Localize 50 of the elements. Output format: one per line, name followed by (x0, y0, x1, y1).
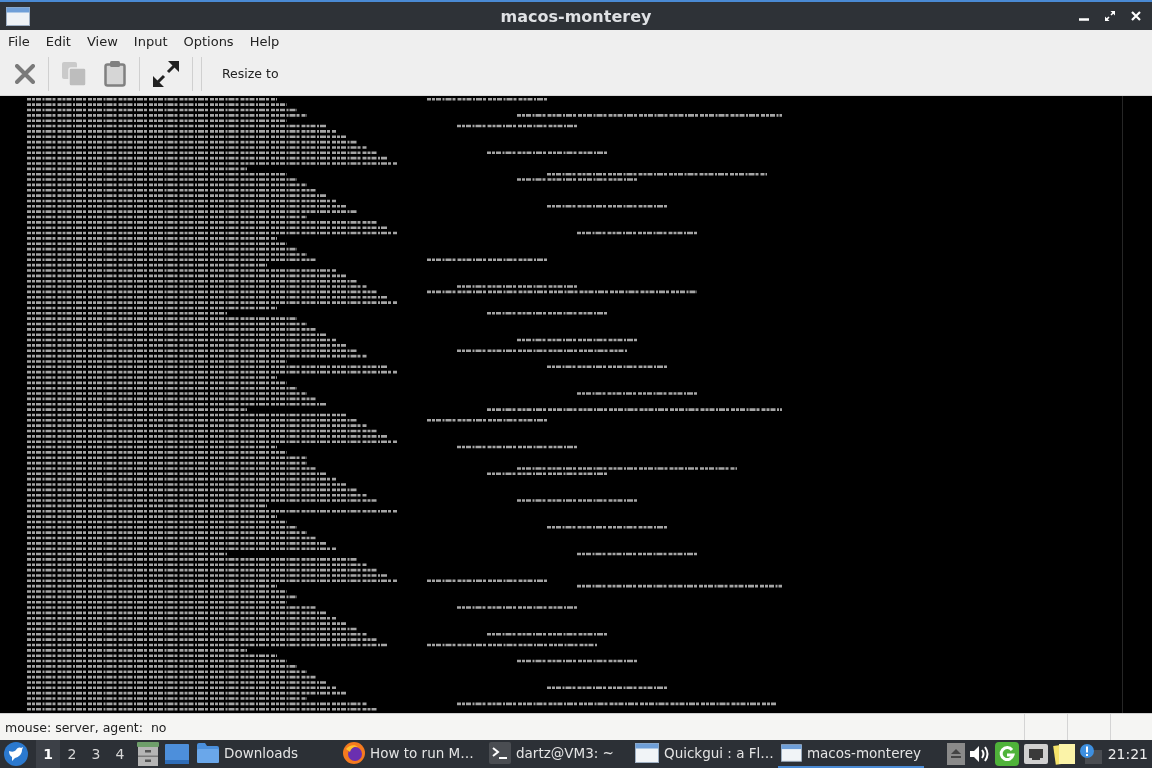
notes-button[interactable] (1051, 742, 1076, 766)
workspace-button[interactable]: 2 (60, 740, 84, 768)
notification-button[interactable] (1078, 744, 1103, 764)
task-button[interactable]: macos-monterey (778, 740, 924, 768)
folder-icon (197, 743, 219, 763)
g-badge-icon (994, 742, 1019, 766)
close-icon (15, 63, 35, 84)
close-icon (1131, 11, 1141, 21)
minimize-icon (1079, 18, 1089, 21)
clipboard-icon (104, 60, 126, 87)
menu-item[interactable]: File (2, 31, 38, 51)
workspace-button[interactable]: 4 (108, 740, 132, 768)
file-cabinet-icon (137, 742, 159, 766)
copy-icon (62, 61, 86, 86)
workspace-button[interactable]: 1 (36, 740, 60, 768)
task-button[interactable]: How to run M… (340, 740, 486, 768)
resize-button[interactable]: Resize to (216, 60, 285, 87)
workspace-button[interactable]: 3 (84, 740, 108, 768)
window-title: macos-monterey (500, 6, 652, 26)
eject-icon (946, 743, 965, 765)
task-button[interactable]: Quickgui : a Fl… (632, 740, 778, 768)
eject-button[interactable] (945, 743, 966, 765)
status-text: mouse: server, agent: no (4, 719, 168, 735)
window-icon (781, 743, 802, 763)
vm-display[interactable] (0, 96, 1152, 713)
menu-item[interactable]: Edit (39, 31, 79, 51)
volume-button[interactable] (968, 745, 991, 763)
speaker-icon (969, 745, 990, 763)
expand-arrows-icon (153, 60, 179, 87)
network-button[interactable] (1022, 744, 1049, 764)
notification-icon (1079, 744, 1102, 764)
app-tray-button[interactable] (993, 742, 1020, 766)
menu-item[interactable]: Input (127, 31, 176, 51)
menu-item[interactable]: View (80, 31, 126, 51)
desktop-launcher[interactable] (162, 744, 192, 764)
ethernet-icon (1023, 744, 1048, 764)
task-button[interactable]: Downloads (194, 740, 340, 768)
clock-time[interactable]: 21:21 (1107, 746, 1148, 762)
window-icon (6, 6, 30, 26)
browser-icon (343, 742, 365, 764)
menu-item[interactable]: Help (243, 31, 288, 51)
screen-icon (165, 744, 189, 764)
terminal-icon (489, 742, 511, 764)
bird-icon (4, 742, 28, 766)
notes-icon (1052, 742, 1075, 766)
task-button[interactable]: dartz@VM3: ~ (486, 740, 632, 768)
window-icon (635, 743, 659, 763)
menu-item[interactable]: Options (177, 31, 242, 51)
file-cabinet-launcher[interactable] (134, 742, 162, 766)
maximize-icon (1105, 11, 1115, 21)
